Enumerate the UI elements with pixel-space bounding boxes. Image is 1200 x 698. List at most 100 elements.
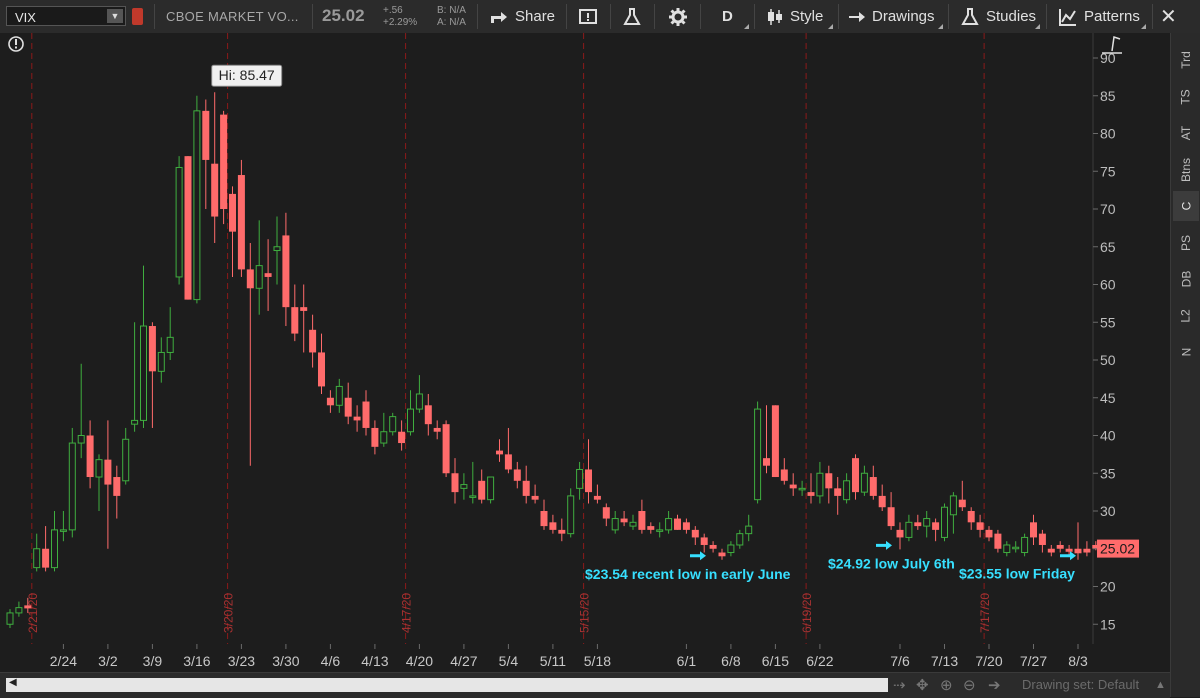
- side-tab-l2[interactable]: L2: [1173, 301, 1199, 331]
- pan-icon[interactable]: ✥: [916, 676, 929, 694]
- x-tick-label: 5/18: [584, 653, 611, 669]
- candle-body: [638, 511, 646, 530]
- arrow-right-icon[interactable]: ➔: [988, 676, 1001, 694]
- candle-body: [362, 401, 370, 428]
- symbol-selector[interactable]: VIX ▼: [6, 6, 126, 26]
- scroll-left-icon[interactable]: ◀: [9, 677, 17, 688]
- flask-button[interactable]: [622, 0, 648, 33]
- candle-body: [1038, 533, 1046, 545]
- candle-body: [478, 480, 486, 500]
- x-tick-label: 2/24: [50, 653, 77, 669]
- zoom-in-icon[interactable]: ⊕: [940, 676, 953, 694]
- toolbar-divider: [754, 4, 755, 29]
- symbol-link-icon[interactable]: [132, 8, 143, 25]
- price-change: +.56 +2.29%: [383, 5, 417, 29]
- candle-body: [540, 511, 548, 527]
- candle-body: [33, 548, 41, 569]
- share-button[interactable]: Share: [489, 0, 555, 33]
- candle-body: [326, 397, 334, 406]
- side-tab-ps[interactable]: PS: [1173, 228, 1199, 258]
- y-tick-label: 20: [1100, 579, 1116, 595]
- notes-button[interactable]: [578, 0, 606, 33]
- candle-body: [1056, 544, 1064, 549]
- candle-body: [68, 442, 76, 531]
- side-tab-at[interactable]: AT: [1173, 118, 1199, 148]
- toolbar-divider: [154, 4, 155, 29]
- candle-body: [148, 326, 156, 372]
- percent-change: +2.29%: [383, 17, 418, 28]
- candle-body: [202, 110, 210, 160]
- candle-body: [122, 438, 130, 482]
- side-tab-db[interactable]: DB: [1173, 264, 1199, 294]
- aggregation-button[interactable]: D: [722, 0, 733, 33]
- candle-body: [131, 419, 139, 425]
- candle-body: [513, 469, 521, 481]
- side-panel: Trd TS AT Btns C PS DB L2 N: [1170, 33, 1200, 697]
- candle-body: [602, 507, 610, 519]
- ask-value: A: N/A: [437, 17, 466, 28]
- studies-button[interactable]: Studies: [960, 0, 1036, 33]
- symbol-input[interactable]: VIX: [15, 10, 36, 25]
- side-tab-n[interactable]: N: [1173, 337, 1199, 367]
- y-tick-label: 30: [1100, 503, 1116, 519]
- side-tab-trd[interactable]: Trd: [1173, 45, 1199, 75]
- candle-body: [86, 435, 94, 478]
- candle-body: [932, 522, 940, 530]
- candle-body: [246, 269, 254, 289]
- bid-value: B: N/A: [437, 5, 466, 16]
- candle-body: [220, 114, 228, 209]
- candle-body: [415, 393, 423, 410]
- horizontal-scrollbar[interactable]: ◀: [6, 677, 888, 692]
- toolbar-divider: [654, 4, 655, 29]
- candle-body: [852, 458, 859, 493]
- style-button[interactable]: Style: [766, 0, 823, 33]
- chevron-up-icon[interactable]: ▲: [1155, 679, 1166, 691]
- x-tick-label: 6/8: [721, 653, 741, 669]
- x-tick-label: 4/27: [450, 653, 477, 669]
- y-tick-label: 35: [1100, 465, 1116, 481]
- candle-body: [42, 548, 50, 568]
- candle-body: [504, 454, 512, 470]
- toolbar-divider: [700, 4, 701, 29]
- price-chart[interactable]: 2/21/20 3/20/20 4/17/20 5/15/20 6/19/20 7/17/…: [0, 33, 1170, 672]
- side-tab-c[interactable]: C: [1173, 191, 1199, 221]
- x-tick-label: 7/20: [975, 653, 1002, 669]
- dropdown-corner-icon: [1141, 24, 1146, 29]
- x-tick-label: 8/3: [1068, 653, 1088, 669]
- candle-body: [531, 495, 539, 500]
- y-tick-label: 65: [1100, 239, 1116, 255]
- drawings-button[interactable]: Drawings: [848, 0, 935, 33]
- scroll-handle-icon[interactable]: ⇢: [893, 676, 906, 694]
- side-tab-label: DB: [1178, 270, 1193, 288]
- side-tab-btns[interactable]: Btns: [1173, 155, 1199, 185]
- zoom-out-icon[interactable]: ⊖: [963, 676, 976, 694]
- candle-body: [407, 408, 414, 433]
- y-tick-label: 80: [1100, 126, 1116, 142]
- candle-body: [51, 529, 58, 569]
- chevron-down-icon[interactable]: ▼: [107, 9, 123, 23]
- candle-body: [896, 529, 904, 538]
- annotation-text: $23.54 recent low in early June: [585, 566, 791, 582]
- candle-body: [771, 405, 779, 478]
- side-tab-label: Trd: [1179, 51, 1193, 69]
- close-button[interactable]: ✕: [1160, 0, 1177, 33]
- toolbar-divider: [477, 4, 478, 29]
- side-tab-ts[interactable]: TS: [1173, 82, 1199, 112]
- dropdown-corner-icon: [938, 24, 943, 29]
- candle-body: [95, 459, 103, 478]
- y-tick-label: 15: [1100, 616, 1116, 632]
- candle-body: [282, 235, 290, 308]
- candle-body: [193, 110, 201, 301]
- candle-body: [24, 605, 32, 609]
- x-tick-label: 7/27: [1020, 653, 1047, 669]
- x-tick-label: 3/9: [143, 653, 163, 669]
- y-tick-label: 50: [1100, 352, 1116, 368]
- candle-body: [309, 329, 317, 353]
- patterns-button[interactable]: Patterns: [1058, 0, 1140, 33]
- candle-body: [442, 424, 450, 474]
- candle-body: [629, 521, 637, 527]
- y-tick-label: 85: [1100, 88, 1116, 104]
- candle-body: [353, 416, 361, 421]
- candle-body: [1065, 548, 1073, 552]
- settings-button[interactable]: [668, 0, 694, 33]
